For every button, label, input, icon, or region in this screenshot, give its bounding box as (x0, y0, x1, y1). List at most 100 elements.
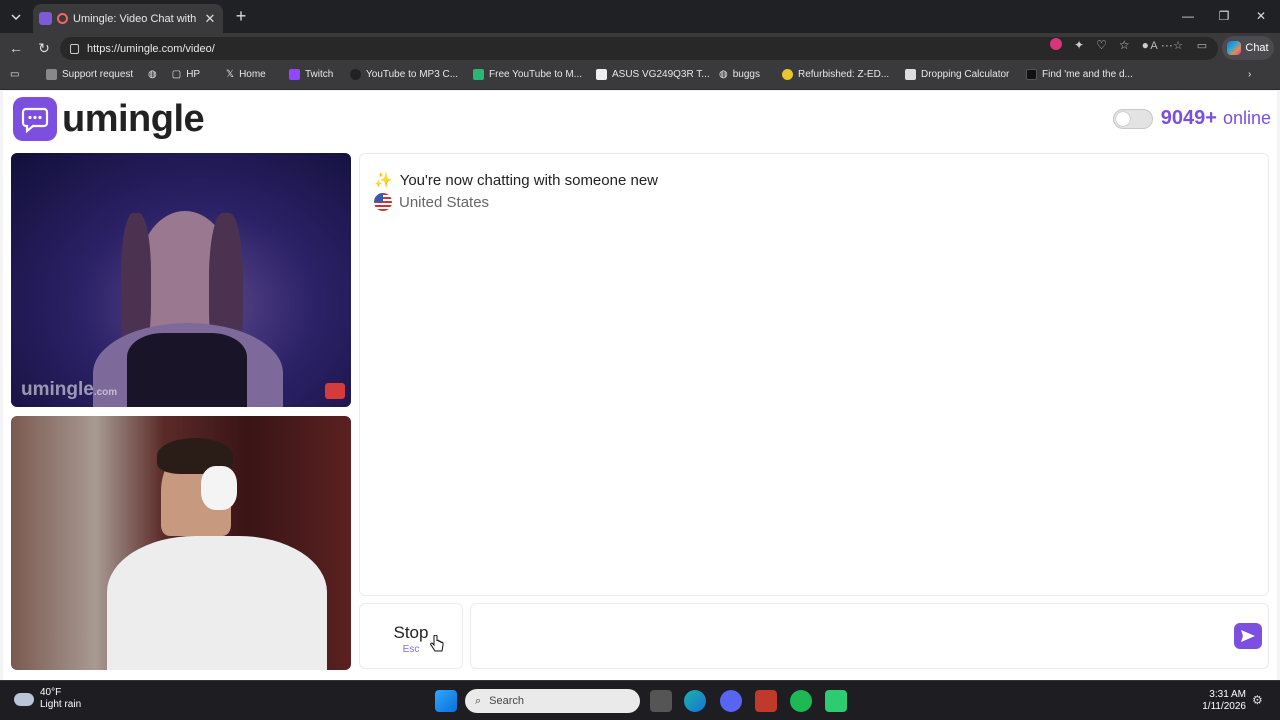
chat-bubble-logo-icon (13, 97, 57, 141)
twitch-icon (289, 69, 300, 80)
stranger-video: umingle.com (11, 153, 351, 407)
bookmark-refurbished[interactable]: Refurbished: Z-ED... (782, 69, 889, 80)
bookmark-page-icon (46, 69, 57, 80)
copilot-chat-label: Chat (1245, 42, 1269, 54)
bookmark-label: Home (239, 69, 266, 80)
window-close-icon[interactable]: ✕ (1250, 6, 1272, 26)
tab-close-icon[interactable]: ✕ (203, 11, 217, 27)
bookmark-buggs[interactable]: ◍ buggs (719, 69, 760, 80)
restore-icon[interactable]: ❐ (1213, 6, 1235, 26)
globe-icon: ◍ (148, 69, 157, 80)
browser-essentials-icon[interactable]: ♡ (1096, 38, 1107, 52)
copilot-chat-button[interactable]: Chat (1222, 36, 1274, 60)
bookmark-label: ASUS VG249Q3R T... (612, 69, 710, 80)
more-menu-icon[interactable]: ··· (1161, 38, 1173, 52)
online-label: online (1222, 108, 1271, 128)
rain-cloud-icon (14, 692, 34, 706)
favorites-icon[interactable]: ☆ (1119, 38, 1130, 52)
tab-title: Umingle: Video Chat with Stra (73, 12, 198, 25)
online-count: 9049+ (1160, 107, 1217, 129)
minimize-icon[interactable]: — (1177, 6, 1199, 26)
profile-avatar-icon[interactable]: ● (1142, 38, 1149, 52)
windows-taskbar: 40°F Light rain ⌕ Search 3:31 AM 1/11/20… (0, 680, 1280, 720)
bookmark-home[interactable]: 𝕏 Home (226, 69, 266, 80)
chat-panel: ✨ You're now chatting with someone new U… (359, 153, 1269, 596)
temperature: 40°F (40, 687, 62, 698)
online-status: 9049+ online (1112, 107, 1271, 130)
stranger-country: United States (374, 193, 489, 211)
country-name: United States (399, 193, 490, 211)
spotify-icon[interactable] (790, 690, 812, 712)
system-message-text: You're now chatting with someone new (399, 171, 658, 189)
folder-icon: ▢ (171, 69, 182, 80)
self-video (11, 416, 351, 670)
stop-label: Stop (393, 623, 429, 642)
bookmark-site-icon (350, 69, 361, 80)
copilot-icon (1227, 41, 1242, 55)
self-body (107, 536, 327, 670)
system-clock[interactable]: 3:31 AM 1/11/2026 (1202, 689, 1246, 713)
search-placeholder: Search (489, 695, 525, 707)
bookmark-label: Refurbished: Z-ED... (798, 69, 890, 80)
extensions-puzzle-icon[interactable]: ✦ (1074, 38, 1084, 52)
theme-toggle[interactable] (1112, 108, 1153, 129)
bookmark-youtube-mp3[interactable]: YouTube to MP3 C... (350, 69, 458, 80)
umingle-watermark: umingle.com (21, 379, 118, 400)
bookmark-asus[interactable]: ASUS VG249Q3R T... (596, 69, 710, 80)
bookmark-find-me[interactable]: Find 'me and the d... (1026, 69, 1133, 80)
umingle-logo[interactable]: umingle (13, 97, 205, 141)
clock-time: 3:31 AM (1209, 689, 1246, 700)
hand-cursor-icon (430, 635, 444, 652)
bookmark-label: Support request (62, 69, 134, 80)
app-x-icon[interactable] (755, 690, 777, 712)
umingle-favicon-icon (39, 12, 52, 25)
stop-button[interactable]: Stop Esc (359, 603, 463, 669)
discord-icon[interactable] (720, 690, 742, 712)
new-tab-plus-icon[interactable]: + (231, 6, 251, 26)
browser-tab[interactable]: Umingle: Video Chat with Stra ✕ (33, 4, 223, 33)
umingle-page: umingle 9049+ online umingle.com ✨ You'r… (3, 91, 1277, 680)
reload-icon[interactable]: ↻ (34, 38, 54, 58)
report-flag-icon[interactable] (325, 383, 345, 399)
recording-indicator-icon (57, 13, 68, 24)
bookmark-site-icon (782, 69, 793, 80)
browser-tab-bar: Umingle: Video Chat with Stra ✕ + — ❐ ✕ (0, 0, 1280, 33)
bookmark-free-youtube[interactable]: Free YouTube to M... (473, 69, 582, 80)
weather-widget[interactable]: 40°F Light rain (14, 687, 81, 711)
system-message: ✨ You're now chatting with someone new (374, 171, 658, 190)
stop-shortcut: Esc (402, 644, 420, 655)
app-green-icon[interactable] (825, 690, 847, 712)
back-arrow-icon[interactable]: ← (6, 38, 26, 58)
bookmark-hp[interactable]: ◍ ▢ HP (148, 69, 200, 80)
bookmark-support-request[interactable]: Support request (46, 69, 133, 80)
bookmark-label: Find 'me and the d... (1042, 69, 1133, 80)
notification-gear-icon[interactable]: ⚙ (1252, 693, 1266, 707)
bookmark-label: YouTube to MP3 C... (366, 69, 459, 80)
url-text: https://umingle.com/video/ (87, 42, 215, 55)
bookmark-label: HP (186, 69, 201, 80)
bookmarks-menu-icon[interactable]: ▭ (10, 69, 19, 80)
tab-list-chevron-icon[interactable] (6, 7, 26, 27)
taskbar-search[interactable]: ⌕ Search (465, 689, 640, 713)
bookmark-label: Dropping Calculator (921, 69, 1010, 80)
favorite-star-icon[interactable]: ☆ (1172, 40, 1184, 52)
extension-shield-icon[interactable] (1050, 38, 1062, 50)
windows-start-icon[interactable] (435, 690, 457, 712)
bookmark-label: Free YouTube to M... (489, 69, 583, 80)
message-input[interactable] (470, 603, 1269, 669)
bookmarks-overflow-chevron-icon[interactable]: › (1248, 69, 1251, 80)
stranger-top (127, 333, 247, 407)
search-icon: ⌕ (475, 694, 482, 707)
us-flag-icon (374, 193, 392, 211)
bookmark-dropping-calculator[interactable]: Dropping Calculator (905, 69, 1009, 80)
camera-icon[interactable]: ▭ (1196, 40, 1208, 52)
address-bar[interactable]: https://umingle.com/video/ A ☆ ▭ (60, 37, 1218, 60)
logo-text: umingle (62, 97, 205, 140)
send-button[interactable] (1234, 623, 1262, 649)
bookmark-label: Twitch (305, 69, 334, 80)
task-view-icon[interactable] (650, 690, 672, 712)
site-info-icon[interactable] (70, 43, 79, 54)
bookmark-label: buggs (732, 69, 760, 80)
edge-icon[interactable] (684, 690, 706, 712)
bookmark-twitch[interactable]: Twitch (289, 69, 333, 80)
